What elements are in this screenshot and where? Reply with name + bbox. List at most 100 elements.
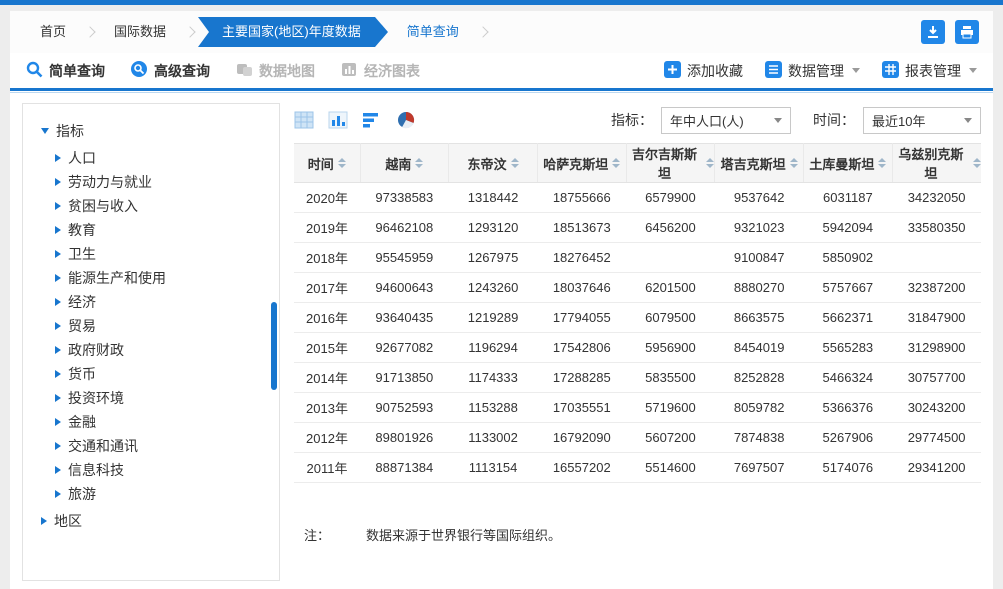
source-note: 注：数据来源于世界银行等国际组织。 xyxy=(294,525,981,544)
value-cell: 5719600 xyxy=(626,393,715,423)
sidebar-item-label: 贸易 xyxy=(68,316,96,336)
bar-chart-view-icon[interactable] xyxy=(328,110,350,130)
collapsed-arrow-icon xyxy=(55,298,61,306)
column-header[interactable]: 哈萨克斯坦 xyxy=(537,144,626,183)
indicator-filter-label: 指标： xyxy=(611,110,653,130)
value-cell: 17035551 xyxy=(537,393,626,423)
sidebar-item-label: 货币 xyxy=(68,364,96,384)
sidebar-root-label: 地区 xyxy=(54,511,82,531)
value-cell: 95545959 xyxy=(360,243,449,273)
column-header[interactable]: 土库曼斯坦 xyxy=(804,144,893,183)
list-view-icon[interactable] xyxy=(362,110,384,130)
collapsed-arrow-icon xyxy=(55,154,61,162)
tab-international-data[interactable]: 国际数据 xyxy=(98,17,182,47)
chevron-right-icon xyxy=(84,26,95,37)
sort-icon[interactable] xyxy=(511,158,519,168)
map-icon xyxy=(236,61,253,81)
value-cell: 88871384 xyxy=(360,453,449,483)
sidebar-item-label: 能源生产和使用 xyxy=(68,268,166,288)
value-cell: 5662371 xyxy=(804,303,893,333)
value-cell: 5835500 xyxy=(626,363,715,393)
sort-icon[interactable] xyxy=(973,158,981,168)
indicator-select-value: 年中人口(人) xyxy=(670,111,744,130)
collapsed-arrow-icon xyxy=(55,202,61,210)
advanced-query-button[interactable]: 高级查询 xyxy=(131,61,210,81)
sidebar-item[interactable]: 旅游 xyxy=(55,482,279,506)
value-cell: 1113154 xyxy=(449,453,538,483)
sidebar-item[interactable]: 投资环境 xyxy=(55,386,279,410)
sidebar-root-regions[interactable]: 地区 xyxy=(41,508,279,534)
value-cell: 93640435 xyxy=(360,303,449,333)
sidebar-item[interactable]: 卫生 xyxy=(55,242,279,266)
data-manage-menu[interactable]: 数据管理 xyxy=(765,61,860,81)
sidebar-item[interactable]: 能源生产和使用 xyxy=(55,266,279,290)
sidebar-item[interactable]: 金融 xyxy=(55,410,279,434)
sidebar-item[interactable]: 货币 xyxy=(55,362,279,386)
column-header[interactable]: 东帝汶 xyxy=(449,144,538,183)
sidebar-item[interactable]: 政府财政 xyxy=(55,338,279,362)
value-cell: 17288285 xyxy=(537,363,626,393)
sidebar-item[interactable]: 信息科技 xyxy=(55,458,279,482)
simple-query-button[interactable]: 简单查询 xyxy=(26,61,105,81)
value-cell: 18037646 xyxy=(537,273,626,303)
report-manage-menu[interactable]: 报表管理 xyxy=(882,61,977,81)
tool-label: 经济图表 xyxy=(364,61,420,81)
value-cell xyxy=(892,243,981,273)
value-cell: 32387200 xyxy=(892,273,981,303)
collapsed-arrow-icon xyxy=(55,226,61,234)
table-row: 2018年95545959126797518276452910084758509… xyxy=(294,243,981,273)
table-row: 2014年91713850117433317288285583550082528… xyxy=(294,363,981,393)
sort-icon[interactable] xyxy=(878,158,886,168)
sidebar-item[interactable]: 教育 xyxy=(55,218,279,242)
sidebar-item-label: 人口 xyxy=(68,148,96,168)
print-icon[interactable] xyxy=(955,20,979,44)
scrollbar-thumb[interactable] xyxy=(271,302,277,390)
sidebar-item[interactable]: 人口 xyxy=(55,146,279,170)
sort-icon[interactable] xyxy=(415,158,423,168)
value-cell: 6201500 xyxy=(626,273,715,303)
column-header[interactable]: 塔吉克斯坦 xyxy=(715,144,804,183)
sort-icon[interactable] xyxy=(338,158,346,168)
value-cell: 8059782 xyxy=(715,393,804,423)
value-cell: 6031187 xyxy=(804,183,893,213)
download-icon[interactable] xyxy=(921,20,945,44)
column-header[interactable]: 吉尔吉斯斯坦 xyxy=(626,144,715,183)
year-cell: 2017年 xyxy=(294,273,360,303)
pie-chart-view-icon[interactable] xyxy=(396,110,418,130)
year-cell: 2013年 xyxy=(294,393,360,423)
column-header[interactable]: 越南 xyxy=(360,144,449,183)
value-cell: 17542806 xyxy=(537,333,626,363)
sidebar-item[interactable]: 经济 xyxy=(55,290,279,314)
table-view-icon[interactable] xyxy=(294,110,316,130)
sort-icon[interactable] xyxy=(706,158,714,168)
year-cell: 2015年 xyxy=(294,333,360,363)
sort-icon[interactable] xyxy=(790,158,798,168)
indicator-select[interactable]: 年中人口(人) xyxy=(661,107,791,134)
time-select[interactable]: 最近10年 xyxy=(863,107,981,134)
sidebar-item[interactable]: 贸易 xyxy=(55,314,279,338)
tab-simple-query[interactable]: 简单查询 xyxy=(391,17,475,47)
data-manage-icon xyxy=(765,61,782,81)
value-cell: 1133002 xyxy=(449,423,538,453)
table-row: 2015年92677082119629417542806595690084540… xyxy=(294,333,981,363)
column-header[interactable]: 时间 xyxy=(294,144,360,183)
sidebar-root-indicators[interactable]: 指标 xyxy=(41,118,279,144)
sidebar-item[interactable]: 劳动力与就业 xyxy=(55,170,279,194)
add-favorite-button[interactable]: 添加收藏 xyxy=(664,61,743,81)
chevron-down-icon xyxy=(774,118,782,123)
collapsed-arrow-icon xyxy=(55,418,61,426)
chevron-right-icon xyxy=(477,26,488,37)
chevron-down-icon xyxy=(969,68,977,73)
sort-icon[interactable] xyxy=(612,158,620,168)
value-cell: 9321023 xyxy=(715,213,804,243)
sidebar-item[interactable]: 交通和通讯 xyxy=(55,434,279,458)
year-cell: 2016年 xyxy=(294,303,360,333)
collapsed-arrow-icon xyxy=(55,178,61,186)
tab-home[interactable]: 首页 xyxy=(24,17,82,47)
tab-annual-data[interactable]: 主要国家(地区)年度数据 xyxy=(198,17,375,47)
sidebar-item[interactable]: 贫困与收入 xyxy=(55,194,279,218)
sidebar-item-label: 贫困与收入 xyxy=(68,196,138,216)
value-cell: 29341200 xyxy=(892,453,981,483)
collapsed-arrow-icon xyxy=(55,274,61,282)
column-header[interactable]: 乌兹别克斯坦 xyxy=(892,144,981,183)
